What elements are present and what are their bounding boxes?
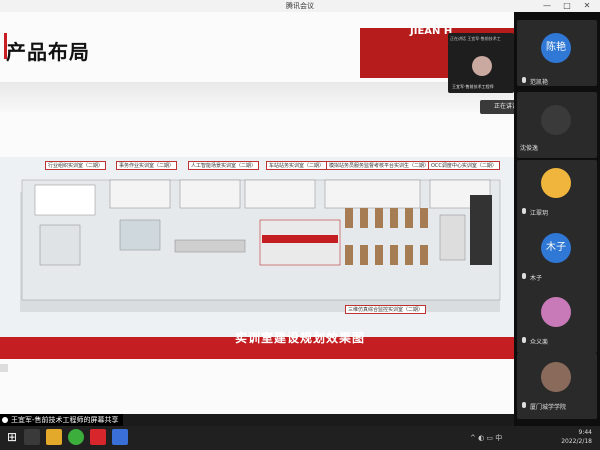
mic-icon [522, 208, 526, 214]
room-label: 车站站务实训室（二期） [266, 161, 328, 170]
banner-text: JIEAN H [410, 26, 453, 37]
mic-icon [522, 273, 526, 279]
participant-name: 木子 [530, 275, 543, 282]
room-label: 行业组织实训室（二期） [45, 161, 107, 170]
participant-avatar: 木子 [541, 233, 571, 263]
maximize-button[interactable]: □ [560, 0, 574, 12]
participant-name: 沈俊逸 [520, 145, 539, 152]
mic-icon [2, 417, 8, 423]
slide-header-band [0, 82, 514, 112]
speaker-avatar [472, 56, 492, 76]
minimize-button[interactable]: — [540, 0, 554, 12]
close-button[interactable]: ✕ [580, 0, 594, 12]
participant-name: 厦门城学学院 [530, 404, 567, 411]
participant-avatar [541, 168, 571, 198]
speaker-name: 王宜军-售前技术工程师 [452, 84, 494, 89]
system-tray[interactable]: ^ ◐ ▭ 中 [470, 433, 502, 443]
participant-name: 江翠玥 [530, 210, 549, 217]
clock-time: 9:44 [578, 429, 592, 436]
participant-avatar [541, 297, 571, 327]
search-icon[interactable] [24, 429, 40, 445]
participant-avatar [541, 362, 571, 392]
speaker-card-header: 正在讲话 王宜军-售前技术工 [450, 36, 501, 41]
file-explorer-icon[interactable] [46, 429, 62, 445]
wps-icon[interactable] [90, 429, 106, 445]
taskbar-clock[interactable]: 9:44 2022/2/18 [561, 428, 592, 446]
room-label: 模拟站务员服务监督考核平台实训生（二期） [326, 161, 433, 170]
room-label: OCC调度中心实训室（二期） [428, 161, 500, 170]
mic-icon [522, 337, 526, 343]
screen-share-label: 王宜军-售前技术工程师的屏幕共享 [0, 414, 123, 426]
participant-name: 范凯艳 [530, 79, 549, 86]
share-label-text: 王宜军-售前技术工程师的屏幕共享 [11, 416, 119, 424]
browser-icon[interactable] [68, 429, 84, 445]
slide-heading: 产品布局 [6, 40, 90, 64]
slide-caption: 实训室建设规划效果图 [234, 331, 365, 345]
floor-plan-drawing [21, 179, 501, 301]
participant-avatar: 陈艳 [541, 33, 571, 63]
window-title: 腾讯会议 [286, 2, 314, 10]
room-label: 三维仿真综合监控实训室（二期） [345, 305, 427, 314]
tencent-meeting-icon[interactable] [112, 429, 128, 445]
room-label: 事务作业实训室（二期） [116, 161, 178, 170]
mic-icon [522, 402, 526, 408]
slide-page-marker [0, 364, 8, 372]
window-titlebar: 腾讯会议 — □ ✕ [0, 0, 600, 12]
clock-date: 2022/2/18 [561, 438, 592, 445]
mic-icon [522, 77, 526, 83]
windows-start-icon[interactable]: ⊞ [4, 429, 20, 445]
participant-avatar [541, 105, 571, 135]
participant-name: 众义楽 [530, 339, 549, 346]
room-label: 人工智能场景实训室（二期） [188, 161, 260, 170]
